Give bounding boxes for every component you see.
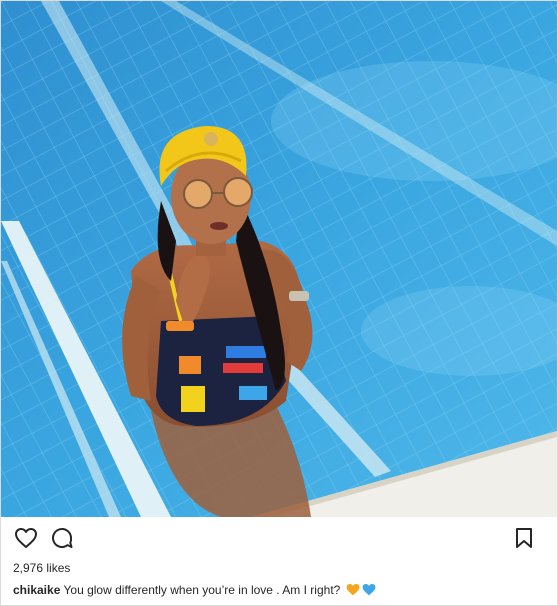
caption-username[interactable]: chikaike — [13, 583, 60, 597]
comment-button[interactable] — [49, 525, 75, 551]
post-caption: chikaike You glow differently when you’r… — [13, 583, 549, 599]
yellow-heart-emoji-icon — [346, 583, 360, 599]
bookmark-icon — [516, 528, 532, 548]
save-button[interactable] — [511, 525, 537, 551]
likes-count[interactable]: 2,976 likes — [13, 561, 70, 575]
caption-text: You glow differently when you’re in love… — [63, 583, 341, 597]
heart-outline-icon — [15, 528, 37, 548]
post-photo[interactable] — [1, 1, 557, 517]
blue-heart-emoji-icon — [362, 583, 376, 599]
like-button[interactable] — [13, 525, 39, 551]
instagram-post: 2,976 likes chikaike You glow differentl… — [0, 0, 558, 606]
action-bar — [1, 525, 557, 555]
comment-bubble-icon — [52, 527, 73, 548]
pool-photo-illustration — [1, 1, 557, 517]
